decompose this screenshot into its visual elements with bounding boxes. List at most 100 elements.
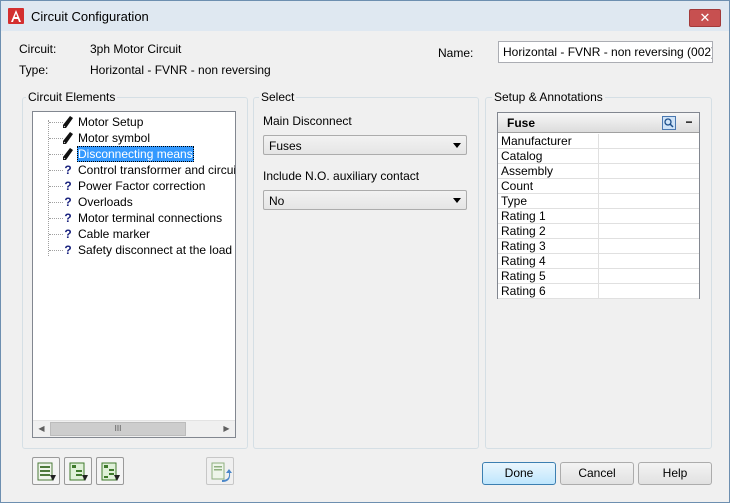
schematic-list-icon (37, 462, 56, 481)
tree-item[interactable]: Disconnecting means (33, 146, 233, 162)
setup-annotations-title: Setup & Annotations (492, 90, 605, 104)
tree-connector (49, 170, 63, 171)
title-bar[interactable]: Circuit Configuration ✕ (1, 1, 729, 31)
tree-item-label: Motor terminal connections (78, 211, 223, 225)
tree-connector (49, 138, 63, 139)
tree-item[interactable]: ? Overloads (33, 194, 233, 210)
tree-item[interactable]: ? Cable marker (33, 226, 233, 242)
select-group-title: Select (259, 90, 297, 104)
scroll-thumb[interactable]: III (50, 422, 186, 436)
tree-item[interactable]: ? Control transformer and circuit - no (33, 162, 236, 178)
tree-connector (49, 250, 63, 251)
property-row[interactable]: Rating 2 (498, 224, 699, 239)
property-row[interactable]: Rating 1 (498, 209, 699, 224)
close-button[interactable]: ✕ (689, 9, 721, 27)
done-button[interactable]: Done (482, 462, 556, 485)
help-button[interactable]: Help (638, 462, 712, 485)
schematic-tree-icon (69, 462, 88, 481)
schematic-config-button[interactable] (64, 457, 92, 485)
main-disconnect-label: Main Disconnect (263, 114, 352, 128)
property-row[interactable]: Catalog (498, 149, 699, 164)
cancel-button[interactable]: Cancel (560, 462, 634, 485)
property-row[interactable]: Rating 5 (498, 269, 699, 284)
chevron-down-icon (453, 143, 461, 148)
question-icon: ? (64, 211, 72, 225)
tree-item-label: Motor Setup (78, 115, 144, 129)
tree-connector (49, 218, 63, 219)
tree-item[interactable]: Motor Setup (33, 114, 233, 130)
property-name: Type (498, 194, 599, 209)
property-row[interactable]: Assembly (498, 164, 699, 179)
tree-item-label: Overloads (78, 195, 133, 209)
property-row[interactable]: Rating 6 (498, 284, 699, 299)
tree-connector (49, 154, 63, 155)
chevron-down-icon (453, 198, 461, 203)
document-undo-icon (211, 462, 232, 482)
tree-item-label: Safety disconnect at the load (78, 243, 233, 257)
circuit-elements-tree[interactable]: Motor Setup Motor symbol Disconnecting mea… (32, 111, 236, 438)
circuit-elements-title: Circuit Elements (26, 90, 118, 104)
type-value: Horizontal - FVNR - non reversing (90, 63, 271, 77)
horizontal-scrollbar[interactable]: ◀ III ▶ (33, 420, 235, 437)
dialog-window: Circuit Configuration ✕ Circuit: 3ph Mot… (0, 0, 730, 503)
question-icon: ? (64, 179, 72, 193)
pencil-icon (62, 114, 74, 130)
collapse-icon[interactable]: − (684, 114, 694, 130)
tree-connector (49, 234, 63, 235)
question-icon: ? (64, 163, 72, 177)
tree-item-label: Motor symbol (78, 131, 151, 145)
schematic-insert-button[interactable] (32, 457, 60, 485)
question-icon: ? (64, 195, 72, 209)
property-name: Rating 4 (498, 254, 599, 269)
tree-item-label: Power Factor correction (78, 179, 206, 193)
schematic-branch-icon (101, 462, 120, 481)
tree-item[interactable]: ? Power Factor correction (33, 178, 233, 194)
property-row[interactable]: Manufacturer (498, 134, 699, 149)
schematic-expand-button[interactable] (96, 457, 124, 485)
tree-item-label: Control transformer and circuit - no (78, 163, 236, 177)
scroll-left-icon[interactable]: ◀ (33, 421, 50, 437)
property-row[interactable]: Count (498, 179, 699, 194)
pencil-icon (62, 130, 74, 146)
tree-item-label: Cable marker (78, 227, 151, 241)
circuit-value: 3ph Motor Circuit (90, 42, 182, 56)
name-field[interactable]: Horizontal - FVNR - non reversing (002) (498, 41, 713, 63)
property-grid-header: Fuse − (498, 113, 699, 133)
tree-item[interactable]: ? Motor terminal connections (33, 210, 233, 226)
property-name: Manufacturer (498, 134, 599, 149)
circuit-label: Circuit: (19, 42, 57, 56)
pencil-icon (62, 146, 74, 162)
autocad-logo-icon (8, 8, 24, 24)
property-row[interactable]: Rating 3 (498, 239, 699, 254)
tree-item-label: Disconnecting means (77, 146, 194, 162)
tree-connector (49, 202, 63, 203)
type-label: Type: (19, 63, 49, 77)
property-name: Count (498, 179, 599, 194)
property-grid-title: Fuse (507, 116, 536, 130)
tree-item[interactable]: ? Safety disconnect at the load (33, 242, 233, 258)
property-row[interactable]: Rating 4 (498, 254, 699, 269)
property-name: Rating 6 (498, 284, 599, 299)
scroll-right-icon[interactable]: ▶ (218, 421, 235, 437)
main-disconnect-value: Fuses (269, 139, 302, 153)
property-row[interactable]: Type (498, 194, 699, 209)
tree-item[interactable]: Motor symbol (33, 130, 233, 146)
close-icon: ✕ (699, 10, 711, 25)
tree-connector (49, 186, 63, 187)
property-name: Catalog (498, 149, 599, 164)
window-title: Circuit Configuration (31, 9, 149, 24)
property-name: Rating 2 (498, 224, 599, 239)
fuse-property-grid[interactable]: Fuse − Manufacturer Catalog Assembly Count T… (497, 112, 700, 299)
aux-contact-select[interactable]: No (263, 190, 467, 210)
aux-contact-value: No (269, 194, 285, 208)
question-icon: ? (64, 227, 72, 241)
property-name: Rating 5 (498, 269, 599, 284)
undo-config-button[interactable] (206, 457, 234, 485)
question-icon: ? (64, 243, 72, 257)
pick-icon[interactable] (662, 116, 676, 130)
property-name: Rating 1 (498, 209, 599, 224)
aux-contact-label: Include N.O. auxiliary contact (263, 169, 420, 183)
property-name: Assembly (498, 164, 599, 179)
property-name: Rating 3 (498, 239, 599, 254)
main-disconnect-select[interactable]: Fuses (263, 135, 467, 155)
